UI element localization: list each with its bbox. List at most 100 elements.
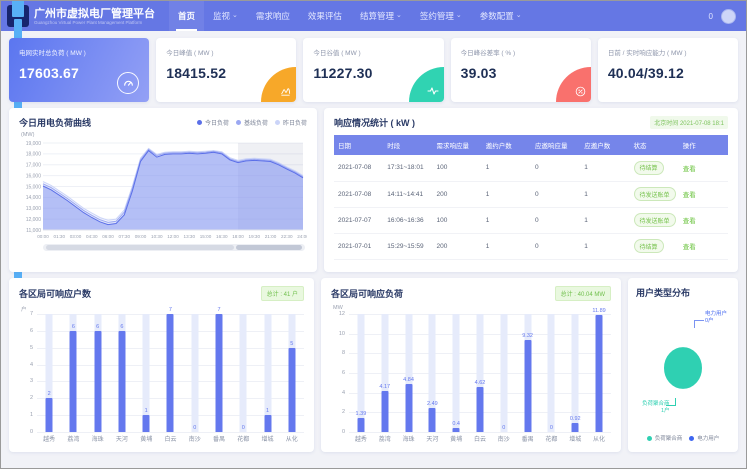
brand: 广州市虚拟电厂管理平台 Guangzhou Virtual Power Plan… [34,8,155,25]
category-label: 白云 [158,434,182,443]
category-label: 增城 [563,434,587,443]
bar [524,340,531,432]
bar-column-增城[interactable]: 0.92 [563,314,587,432]
legend-label: 基线负荷 [244,118,268,127]
svg-text:01:30: 01:30 [54,234,66,239]
view-link[interactable]: 查看 [683,244,696,251]
nav-item-label: 签约管理 [420,10,454,22]
nav-item-settlement[interactable]: 结算管理⌄ [351,1,411,31]
table-cell: 0 [531,181,580,207]
bar-column-海珠[interactable]: 4.84 [397,314,421,432]
table-cell: 17:31~18:01 [383,155,432,181]
y-axis-tick: 8 [342,350,345,356]
view-link[interactable]: 查看 [683,218,696,225]
kpi-label: 今日峰谷差率 ( % ) [461,47,581,57]
table-cell: 100 [433,155,482,181]
view-link[interactable]: 查看 [683,192,696,199]
user-avatar[interactable] [721,9,736,24]
bar-value-label: 0 [536,425,566,431]
load-curve-title: 今日用电负荷曲线 [19,116,91,129]
legend-label: 电力用户 [697,434,719,442]
user-type-chart: 电力用户 0户 负荷聚合商 1户 [636,299,730,432]
households-chart: 户 76543210 26661707015 [19,314,304,432]
table-cell: 1 [580,181,629,207]
bar-column-番禺[interactable]: 7 [207,314,231,432]
legend-item[interactable]: 今日负荷 [197,118,229,127]
legend-dot [689,436,694,441]
bar [596,315,603,432]
nav-item-label: 监视 [213,10,230,22]
table-cell: 1 [580,155,629,181]
svg-text:10:30: 10:30 [151,234,163,239]
gridline [349,432,611,433]
kpi-row: 电网实时总负荷 ( MW )17603.67今日峰值 ( MW )18415.5… [9,38,738,102]
households-total-badge: 总计 : 41 户 [261,286,304,301]
bar-track [240,314,247,432]
nav-item-parameters[interactable]: 参数配置⌄ [471,1,531,31]
nav-item-contract[interactable]: 签约管理⌄ [411,1,471,31]
table-cell: 2021-07-07 [334,207,383,233]
response-table-title: 响应情况统计 ( kW ) [334,116,415,129]
table-col-header: 应邀户数 [580,135,629,155]
bar-column-白云[interactable]: 4.62 [468,314,492,432]
legend-item[interactable]: 基线负荷 [236,118,268,127]
nav-item-label: 首页 [178,10,195,22]
y-axis-tick: 3 [30,378,33,384]
table-cell: 1 [482,233,531,259]
bar-column-南沙[interactable]: 0 [183,314,207,432]
callout-line [694,320,704,328]
category-label: 天河 [110,434,134,443]
table-cell-action: 查看 [679,207,728,233]
bar-column-白云[interactable]: 7 [158,314,182,432]
legend-item[interactable]: 负荷聚合商 [647,434,683,442]
table-cell-status: 待结算 [630,233,679,259]
nav-item-monitor[interactable]: 监视⌄ [204,1,247,31]
bar-column-从化[interactable]: 5 [280,314,304,432]
bar-column-海珠[interactable]: 6 [86,314,110,432]
chart-zoom-slider[interactable] [43,244,305,251]
notification-badge[interactable]: 0 [709,12,713,21]
category-label: 南沙 [183,434,207,443]
bar-column-天河[interactable]: 6 [110,314,134,432]
svg-text:22:30: 22:30 [281,234,293,239]
bar-column-番禺[interactable]: 9.32 [516,314,540,432]
nav-item-demand-response[interactable]: 需求响应 [247,1,299,31]
y-axis-tick: 4 [342,390,345,396]
status-badge: 待结算 [634,239,664,253]
dashboard-page: 广州市虚拟电厂管理平台 Guangzhou Virtual Power Plan… [0,0,747,469]
bar-column-花都[interactable]: 0 [540,314,564,432]
bar-column-天河[interactable]: 2.49 [420,314,444,432]
legend-dot [197,120,202,125]
table-col-header: 时段 [383,135,432,155]
bar-column-花都[interactable]: 0 [231,314,255,432]
bar-column-荔湾[interactable]: 4.17 [373,314,397,432]
category-label: 增城 [255,434,279,443]
category-label: 越秀 [37,434,61,443]
households-unit: 户 [21,305,27,313]
beijing-time-badge: 北京时间 2021-07-08 18:1 [650,116,728,129]
bar-value-label: 0 [180,425,210,431]
nav-item-home[interactable]: 首页 [169,1,204,31]
table-cell-action: 查看 [679,233,728,259]
view-link[interactable]: 查看 [683,166,696,173]
legend-item[interactable]: 昨日负荷 [275,118,307,127]
nav-item-label: 结算管理 [360,10,394,22]
kpi-card-2: 今日谷值 ( MW )11227.30 [303,38,443,102]
bar-column-从化[interactable]: 11.89 [587,314,611,432]
bar-column-增城[interactable]: 1 [255,314,279,432]
bar-column-越秀[interactable]: 2 [37,314,61,432]
svg-text:19,000: 19,000 [26,141,42,147]
bar-column-黄埔[interactable]: 1 [134,314,158,432]
bar-column-越秀[interactable]: 1.39 [349,314,373,432]
gridline [37,432,304,433]
nav-item-effect-evaluation[interactable]: 效果评估 [299,1,351,31]
bar-value-label: 0 [228,425,258,431]
bar-column-南沙[interactable]: 0 [492,314,516,432]
bar-column-黄埔[interactable]: 0.4 [444,314,468,432]
legend-item[interactable]: 电力用户 [689,434,719,442]
category-label: 荔湾 [61,434,85,443]
table-cell: 2021-07-08 [334,181,383,207]
bar-column-荔湾[interactable]: 6 [61,314,85,432]
y-axis-tick: 12 [339,311,345,317]
district-load-chart: MW 121086420 1.394.174.842.490.44.6209.3… [331,314,611,432]
